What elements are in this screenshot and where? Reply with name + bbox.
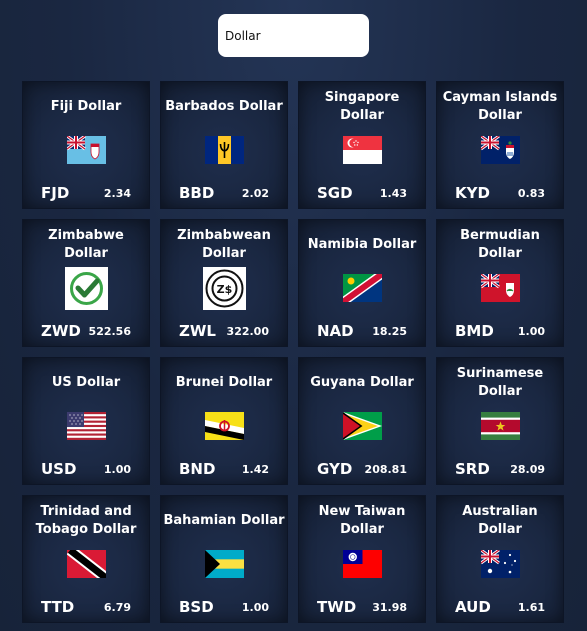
currency-code: SGD: [317, 184, 353, 202]
currency-code: FJD: [41, 184, 70, 202]
currency-code: AUD: [455, 598, 491, 616]
currency-name: US Dollar: [51, 375, 121, 390]
flag-cayman-islands-icon: [437, 128, 563, 172]
currency-code: BSD: [179, 598, 214, 616]
currency-code: GYD: [317, 460, 353, 478]
currency-card-aud[interactable]: Australian Dollar AUD 1.61: [436, 495, 564, 623]
currency-grid: Fiji Dollar FJD 2.34 Barbados Dollar BBD…: [22, 81, 564, 623]
currency-name: Bermudian Dollar: [460, 228, 540, 261]
currency-code: USD: [41, 460, 77, 478]
currency-name: Brunei Dollar: [175, 375, 273, 390]
currency-name: Barbados Dollar: [165, 99, 283, 114]
currency-card-bbd[interactable]: Barbados Dollar BBD 2.02: [160, 81, 288, 209]
currency-card-bsd[interactable]: Bahamian Dollar BSD 1.00: [160, 495, 288, 623]
currency-card-usd[interactable]: US Dollar USD 1.00: [22, 357, 150, 485]
currency-rate: 522.56: [88, 325, 131, 338]
currency-card-ttd[interactable]: Trinidad and Tobago Dollar TTD 6.79: [22, 495, 150, 623]
currency-card-kyd[interactable]: Cayman Islands Dollar KYD 0.83: [436, 81, 564, 209]
currency-card-bnd[interactable]: Brunei Dollar BND 1.42: [160, 357, 288, 485]
currency-card-nad[interactable]: Namibia Dollar NAD 18.25: [298, 219, 426, 347]
flag-bahamas-icon: [161, 542, 287, 586]
flag-suriname-icon: [437, 404, 563, 448]
currency-rate: 208.81: [364, 463, 407, 476]
flag-singapore-icon: [299, 128, 425, 172]
currency-rate: 1.00: [517, 325, 545, 338]
svg-text:Z$: Z$: [216, 283, 232, 296]
currency-card-sgd[interactable]: Singapore Dollar SGD 1.43: [298, 81, 426, 209]
currency-name: Surinamese Dollar: [456, 366, 544, 399]
currency-card-bmd[interactable]: Bermudian Dollar BMD 1.00: [436, 219, 564, 347]
currency-code: NAD: [317, 322, 354, 340]
currency-rate: 1.43: [379, 187, 407, 200]
flag-bermuda-icon: [437, 266, 563, 310]
currency-code: TWD: [317, 598, 357, 616]
flag-guyana-icon: [299, 404, 425, 448]
zimbabwe-dollar-logo-icon: Z$: [161, 266, 287, 310]
currency-rate: 2.34: [103, 187, 131, 200]
currency-name: Australian Dollar: [462, 504, 538, 537]
flag-usa-icon: [23, 404, 149, 448]
search-input[interactable]: [218, 14, 369, 57]
currency-card-zwd[interactable]: Zimbabwe Dollar ZWD 522.56: [22, 219, 150, 347]
currency-rate: 322.00: [226, 325, 269, 338]
currency-rate: 2.02: [241, 187, 269, 200]
currency-card-twd[interactable]: New Taiwan Dollar TWD 31.98: [298, 495, 426, 623]
currency-card-srd[interactable]: Surinamese Dollar SRD 28.09: [436, 357, 564, 485]
currency-name: Trinidad and Tobago Dollar: [35, 504, 137, 537]
currency-code: BMD: [455, 322, 494, 340]
currency-name: Zimbabwean Dollar: [177, 228, 271, 261]
flag-taiwan-icon: [299, 542, 425, 586]
flag-namibia-icon: [299, 266, 425, 310]
currency-code: ZWD: [41, 322, 81, 340]
flag-brunei-icon: [161, 404, 287, 448]
currency-rate: 28.09: [510, 463, 545, 476]
flag-trinidad-tobago-icon: [23, 542, 149, 586]
currency-name: Fiji Dollar: [50, 99, 122, 114]
currency-name: New Taiwan Dollar: [318, 504, 406, 537]
currency-rate: 1.61: [517, 601, 545, 614]
currency-card-zwl[interactable]: Zimbabwean Dollar Z$ ZWL 322.00: [160, 219, 288, 347]
check-mark-icon: [23, 266, 149, 310]
currency-code: KYD: [455, 184, 490, 202]
currency-name: Singapore Dollar: [324, 90, 400, 123]
flag-fiji-icon: [23, 128, 149, 172]
currency-name: Bahamian Dollar: [163, 513, 285, 528]
currency-name: Namibia Dollar: [307, 237, 417, 252]
currency-rate: 1.42: [241, 463, 269, 476]
currency-rate: 31.98: [372, 601, 407, 614]
currency-code: ZWL: [179, 322, 216, 340]
currency-card-gyd[interactable]: Guyana Dollar GYD 208.81: [298, 357, 426, 485]
currency-code: BND: [179, 460, 216, 478]
currency-code: SRD: [455, 460, 490, 478]
currency-name: Cayman Islands Dollar: [442, 90, 558, 123]
flag-australia-icon: [437, 542, 563, 586]
currency-rate: 6.79: [103, 601, 131, 614]
currency-rate: 1.00: [103, 463, 131, 476]
currency-code: TTD: [41, 598, 75, 616]
currency-name: Zimbabwe Dollar: [48, 228, 124, 261]
currency-page: Fiji Dollar FJD 2.34 Barbados Dollar: [0, 0, 587, 631]
currency-code: BBD: [179, 184, 215, 202]
currency-rate: 0.83: [517, 187, 545, 200]
currency-rate: 18.25: [372, 325, 407, 338]
currency-card-fjd[interactable]: Fiji Dollar FJD 2.34: [22, 81, 150, 209]
currency-name: Guyana Dollar: [310, 375, 414, 390]
flag-barbados-icon: [161, 128, 287, 172]
currency-rate: 1.00: [241, 601, 269, 614]
